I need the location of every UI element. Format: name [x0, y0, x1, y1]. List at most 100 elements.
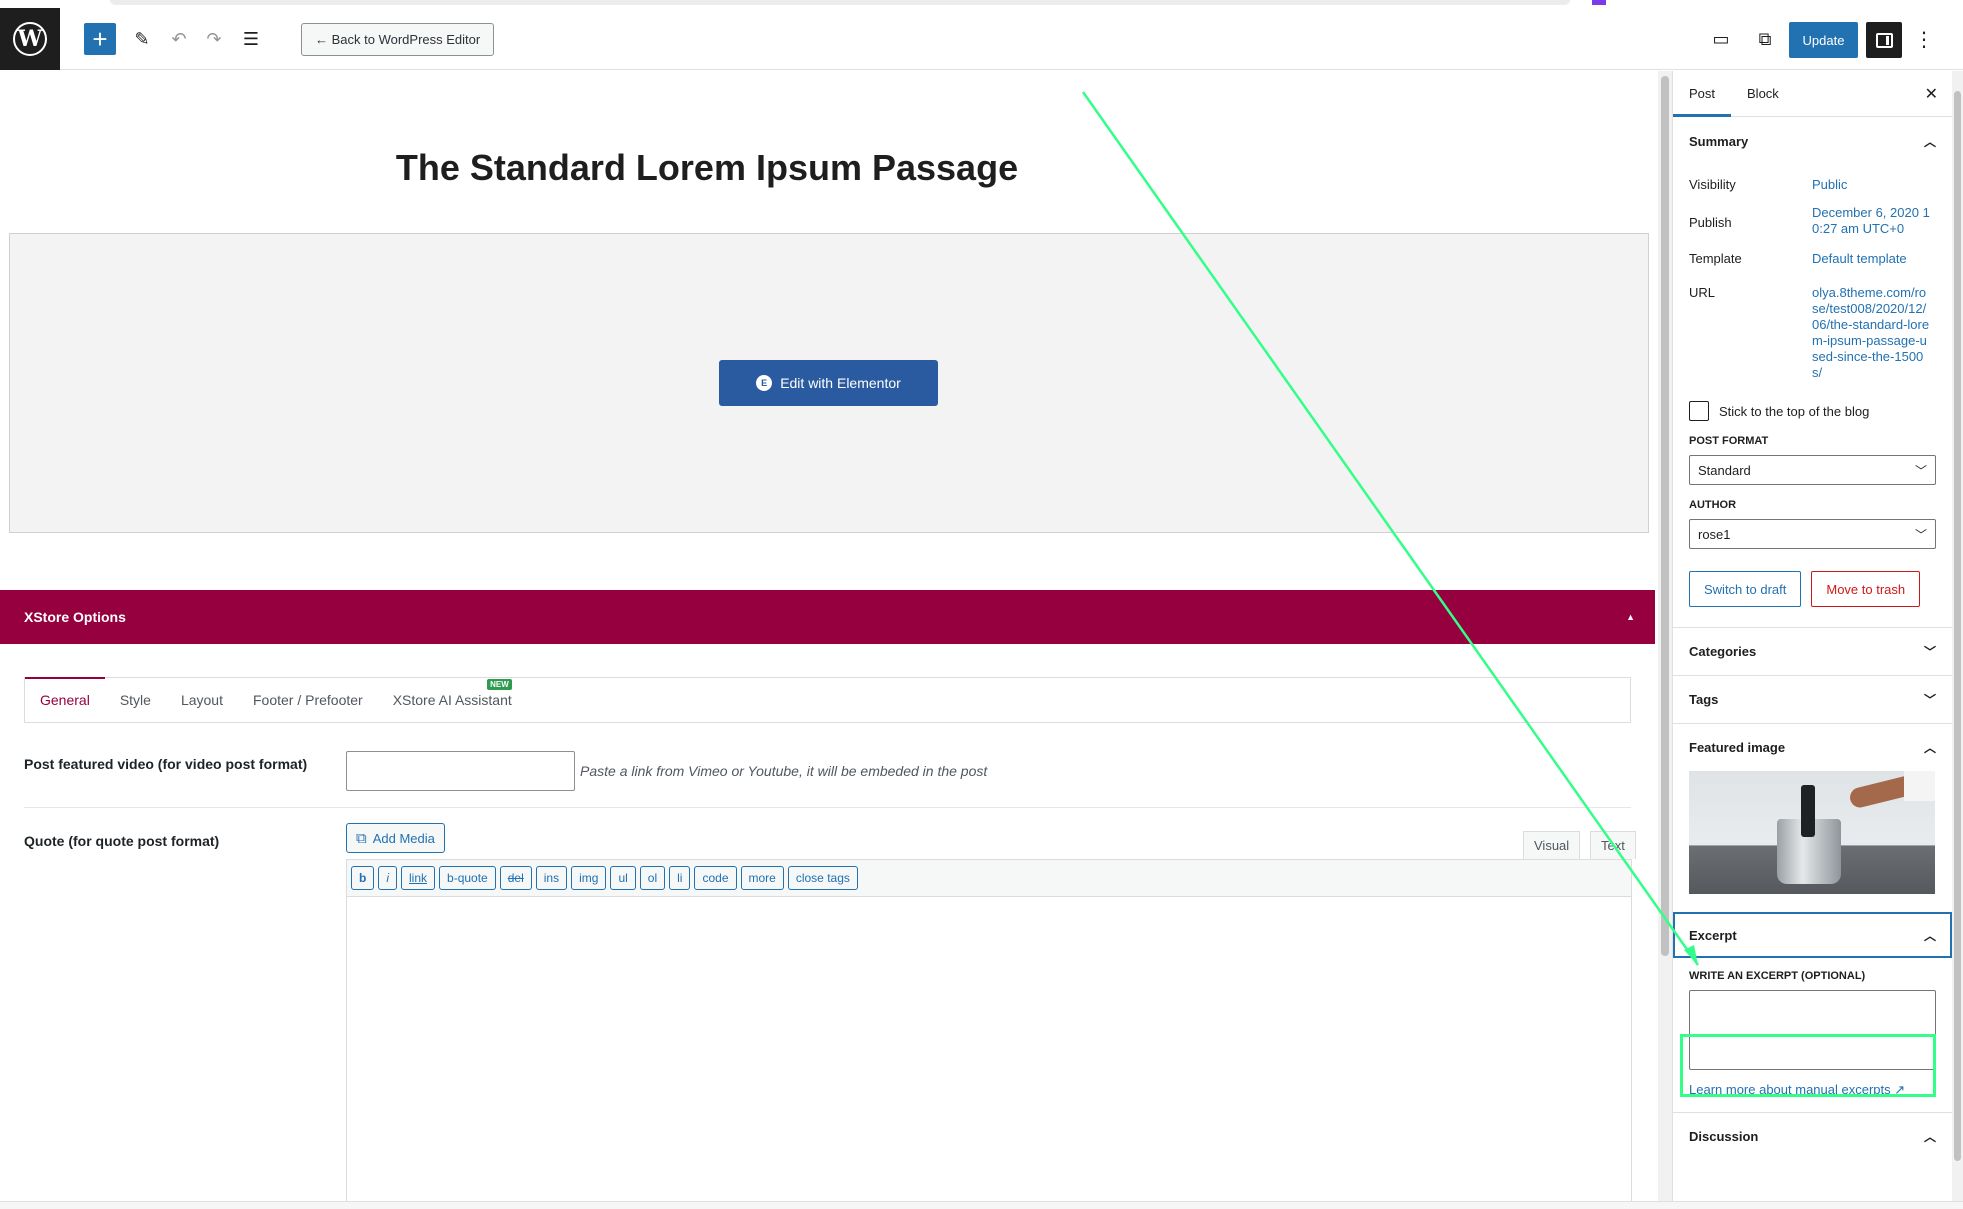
- chevron-up-icon: ︿: [1923, 134, 1936, 149]
- post-title[interactable]: The Standard Lorem Ipsum Passage: [0, 147, 1414, 189]
- tab-style[interactable]: Style: [105, 678, 166, 722]
- author-select[interactable]: rose1 ﹀: [1689, 519, 1936, 549]
- elementor-placeholder: E Edit with Elementor: [9, 233, 1649, 533]
- update-button[interactable]: Update: [1789, 22, 1858, 58]
- back-to-wordpress-editor-button[interactable]: ← Back to WordPress Editor: [301, 23, 495, 56]
- featured-image-panel-header[interactable]: Featured image ︿: [1673, 723, 1952, 771]
- template-label: Template: [1689, 251, 1742, 266]
- chevron-down-icon: ﹀: [1923, 645, 1936, 659]
- quote-textarea[interactable]: [346, 897, 1632, 1201]
- vertical-ellipsis-icon[interactable]: ⋮: [1912, 23, 1936, 55]
- chevron-down-icon: ﹀: [1923, 693, 1936, 707]
- summary-title: Summary: [1689, 133, 1749, 149]
- editor-toolbar: W + ✎ ↶ ↷ ☰ ← Back to WordPress Editor ▭…: [0, 8, 1963, 70]
- xstore-options-header[interactable]: XStore Options ▲: [0, 590, 1655, 644]
- visual-mode-tab[interactable]: Visual: [1523, 831, 1581, 859]
- chevron-up-icon: ︿: [1923, 928, 1936, 943]
- quicktag-ins-button[interactable]: ins: [535, 866, 568, 890]
- pencil-icon[interactable]: ✎: [128, 23, 156, 55]
- tab-general[interactable]: General: [25, 677, 105, 721]
- browser-top-strip: [0, 0, 1963, 8]
- visibility-value[interactable]: Public: [1812, 177, 1932, 193]
- quicktag-bold-button[interactable]: b: [351, 866, 375, 890]
- excerpt-label: WRITE AN EXCERPT (OPTIONAL): [1689, 970, 1866, 982]
- quicktags-toolbar: b i link b-quote del ins img ul ol li co…: [346, 859, 1632, 897]
- quicktag-ul-button[interactable]: ul: [610, 866, 636, 890]
- sticky-label: Stick to the top of the blog: [1719, 403, 1870, 419]
- video-url-input[interactable]: [346, 751, 575, 791]
- sleeve-shape: [1904, 771, 1935, 801]
- featured-image-thumbnail[interactable]: [1689, 771, 1935, 894]
- publish-value[interactable]: December 6, 2020 10:27 am UTC+0: [1812, 205, 1932, 237]
- discussion-panel-header[interactable]: Discussion ︿: [1673, 1112, 1952, 1160]
- device-shape: [1801, 785, 1815, 837]
- text-mode-tab[interactable]: Text: [1590, 831, 1636, 859]
- quicktag-more-button[interactable]: more: [740, 866, 784, 890]
- url-label: URL: [1689, 285, 1716, 300]
- tab-xstore-ai-assistant[interactable]: XStore AI Assistant NEW: [378, 678, 527, 722]
- publish-row: Publish December 6, 2020 10:27 am UTC+0: [1673, 205, 1952, 237]
- move-to-trash-button[interactable]: Move to trash: [1811, 571, 1921, 607]
- external-link-icon[interactable]: ⧉: [1750, 23, 1780, 55]
- sidebar-scrollbar[interactable]: [1952, 71, 1963, 1201]
- author-label: AUTHOR: [1689, 499, 1737, 511]
- tab-post[interactable]: Post: [1673, 71, 1731, 117]
- edit-with-elementor-button[interactable]: E Edit with Elementor: [719, 360, 938, 406]
- collapse-triangle-icon[interactable]: ▲: [1626, 612, 1635, 622]
- video-field-label: Post featured video (for video post form…: [24, 756, 308, 772]
- post-format-select[interactable]: Standard ﹀: [1689, 455, 1936, 485]
- wordpress-logo-icon[interactable]: W: [0, 8, 60, 70]
- canvas-scrollbar[interactable]: [1658, 71, 1672, 1201]
- summary-panel-header[interactable]: Summary ︿: [1673, 117, 1952, 165]
- extension-icon: [1592, 0, 1606, 5]
- settings-sidebar: Post Block ✕ Summary ︿ Visibility Public…: [1672, 71, 1952, 1201]
- new-badge: NEW: [487, 679, 512, 690]
- switch-to-draft-button[interactable]: Switch to draft: [1689, 571, 1802, 607]
- visibility-row: Visibility Public: [1673, 177, 1952, 193]
- add-media-button[interactable]: ⧉ Add Media: [346, 823, 445, 853]
- tab-xstore-ai-assistant-label: XStore AI Assistant: [392, 692, 512, 708]
- sidebar-panel-icon[interactable]: [1866, 22, 1902, 58]
- tab-footer-prefooter[interactable]: Footer / Prefooter: [238, 678, 378, 722]
- chevron-down-icon: ﹀: [1914, 463, 1927, 478]
- tab-block[interactable]: Block: [1731, 71, 1795, 117]
- video-field-hint: Paste a link from Vimeo or Youtube, it w…: [580, 763, 988, 779]
- post-format-label: POST FORMAT: [1689, 435, 1769, 447]
- quicktag-close-tags-button[interactable]: close tags: [787, 866, 858, 890]
- sticky-checkbox[interactable]: [1689, 401, 1709, 421]
- publish-label: Publish: [1689, 215, 1732, 230]
- bottom-strip: [0, 1201, 1963, 1209]
- close-icon[interactable]: ✕: [1925, 84, 1938, 104]
- quicktag-img-button[interactable]: img: [571, 866, 607, 890]
- chevron-up-icon: ︿: [1923, 1130, 1936, 1144]
- url-value[interactable]: olya.8theme.com/rose/test008/2020/12/06/…: [1812, 285, 1932, 381]
- categories-panel-header[interactable]: Categories ﹀: [1673, 627, 1952, 675]
- tags-panel-header[interactable]: Tags ﹀: [1673, 675, 1952, 723]
- sidebar-scrollbar-thumb[interactable]: [1954, 91, 1961, 1161]
- redo-icon[interactable]: ↷: [200, 23, 228, 55]
- elementor-icon: E: [756, 375, 773, 391]
- excerpt-panel-header[interactable]: Excerpt ︿: [1673, 912, 1952, 958]
- template-value[interactable]: Default template: [1812, 251, 1932, 267]
- canvas-scrollbar-thumb[interactable]: [1661, 76, 1669, 956]
- sidebar-tabs: Post Block ✕: [1673, 71, 1952, 117]
- quicktag-link-button[interactable]: link: [401, 866, 436, 890]
- list-view-icon[interactable]: ☰: [236, 23, 266, 55]
- categories-title: Categories: [1689, 644, 1757, 659]
- quicktag-del-button[interactable]: del: [499, 866, 532, 890]
- laptop-icon[interactable]: ▭: [1706, 23, 1736, 55]
- url-row: URL olya.8theme.com/rose/test008/2020/12…: [1673, 285, 1952, 381]
- quicktag-bquote-button[interactable]: b-quote: [439, 866, 496, 890]
- sticky-row: Stick to the top of the blog: [1673, 401, 1952, 421]
- quicktag-italic-button[interactable]: i: [378, 866, 398, 890]
- quicktag-code-button[interactable]: code: [694, 866, 737, 890]
- quote-field-label: Quote (for quote post format): [24, 833, 220, 849]
- quicktag-ol-button[interactable]: ol: [639, 866, 666, 890]
- chevron-up-icon: ︿: [1923, 741, 1936, 755]
- annotation-highlight-box: [1680, 1034, 1936, 1097]
- editor-canvas: The Standard Lorem Ipsum Passage E Edit …: [0, 71, 1658, 1201]
- plus-icon[interactable]: +: [84, 23, 116, 55]
- tab-layout[interactable]: Layout: [166, 678, 238, 722]
- quicktag-li-button[interactable]: li: [669, 866, 691, 890]
- undo-icon[interactable]: ↶: [165, 23, 193, 55]
